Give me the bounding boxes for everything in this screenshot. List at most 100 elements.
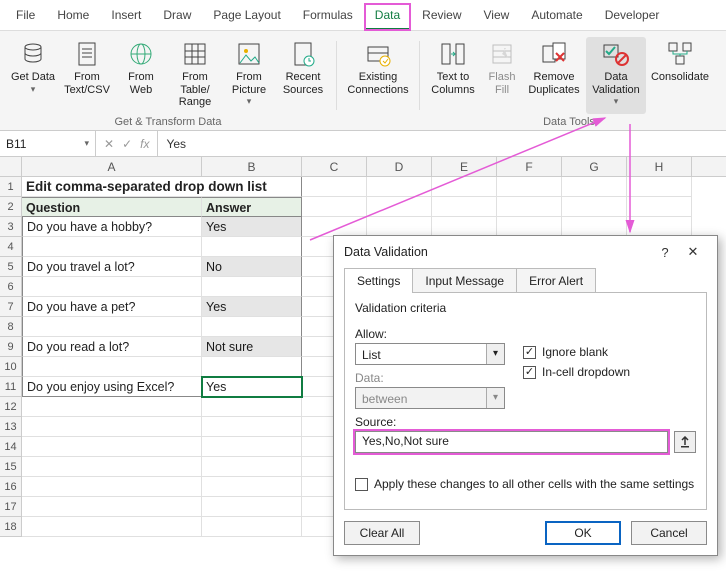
cell[interactable] bbox=[367, 197, 432, 217]
close-button[interactable]: ✕ bbox=[679, 244, 707, 260]
cell[interactable] bbox=[497, 217, 562, 237]
tab-home[interactable]: Home bbox=[47, 4, 99, 30]
cell[interactable] bbox=[202, 497, 302, 517]
cancel-icon[interactable]: ✕ bbox=[104, 137, 114, 151]
row-header[interactable]: 15 bbox=[0, 457, 22, 477]
cell[interactable] bbox=[202, 277, 302, 297]
column-header[interactable]: C bbox=[302, 157, 367, 176]
dialog-tab-input-message[interactable]: Input Message bbox=[412, 268, 517, 293]
allow-combo[interactable]: List ▾ bbox=[355, 343, 505, 365]
cell[interactable] bbox=[497, 177, 562, 197]
cell[interactable] bbox=[202, 417, 302, 437]
data-validation-button[interactable]: Data Validation ▾ bbox=[586, 37, 646, 114]
cell[interactable] bbox=[22, 317, 202, 337]
cancel-button[interactable]: Cancel bbox=[631, 521, 707, 545]
fx-icon[interactable]: fx bbox=[140, 137, 149, 151]
tab-file[interactable]: File bbox=[6, 4, 45, 30]
cell[interactable] bbox=[202, 517, 302, 537]
column-header[interactable]: A bbox=[22, 157, 202, 176]
collapse-dialog-button[interactable] bbox=[674, 431, 696, 453]
cell[interactable] bbox=[562, 197, 627, 217]
cell[interactable] bbox=[202, 437, 302, 457]
cell[interactable] bbox=[432, 177, 497, 197]
cell[interactable] bbox=[202, 237, 302, 257]
cell[interactable] bbox=[202, 457, 302, 477]
cell[interactable] bbox=[22, 277, 202, 297]
tab-insert[interactable]: Insert bbox=[101, 4, 151, 30]
cell[interactable]: Do you travel a lot? bbox=[22, 257, 202, 277]
from-web-button[interactable]: From Web bbox=[116, 37, 166, 114]
cell[interactable]: Do you read a lot? bbox=[22, 337, 202, 357]
cell[interactable]: Answer bbox=[202, 197, 302, 217]
cell[interactable] bbox=[22, 237, 202, 257]
column-header[interactable]: F bbox=[497, 157, 562, 176]
row-header[interactable]: 9 bbox=[0, 337, 22, 357]
cell[interactable] bbox=[367, 177, 432, 197]
tab-draw[interactable]: Draw bbox=[153, 4, 201, 30]
dialog-titlebar[interactable]: Data Validation ? ✕ bbox=[334, 236, 717, 268]
apply-all-checkbox[interactable]: Apply these changes to all other cells w… bbox=[355, 477, 696, 491]
cell[interactable] bbox=[202, 477, 302, 497]
row-header[interactable]: 8 bbox=[0, 317, 22, 337]
cell[interactable] bbox=[627, 197, 692, 217]
cell[interactable]: Not sure bbox=[202, 337, 302, 357]
cell[interactable]: Do you have a hobby? bbox=[22, 217, 202, 237]
recent-sources-button[interactable]: Recent Sources bbox=[278, 37, 328, 114]
cell[interactable] bbox=[22, 417, 202, 437]
source-input[interactable]: Yes,No,Not sure bbox=[355, 431, 668, 453]
row-header[interactable]: 11 bbox=[0, 377, 22, 397]
cell[interactable] bbox=[562, 217, 627, 237]
tab-developer[interactable]: Developer bbox=[595, 4, 670, 30]
formula-input[interactable]: Yes bbox=[158, 137, 726, 151]
help-button[interactable]: ? bbox=[651, 245, 679, 260]
cell[interactable] bbox=[22, 357, 202, 377]
cell[interactable] bbox=[302, 217, 367, 237]
cell[interactable] bbox=[22, 397, 202, 417]
row-header[interactable]: 7 bbox=[0, 297, 22, 317]
row-header[interactable]: 1 bbox=[0, 177, 22, 197]
cell[interactable]: Do you enjoy using Excel? bbox=[22, 377, 202, 397]
row-header[interactable]: 4 bbox=[0, 237, 22, 257]
cell[interactable] bbox=[22, 497, 202, 517]
cell[interactable]: Yes▼ bbox=[202, 377, 302, 397]
row-header[interactable]: 5 bbox=[0, 257, 22, 277]
cell[interactable] bbox=[302, 177, 367, 197]
cell[interactable]: Yes bbox=[202, 217, 302, 237]
existing-connections-button[interactable]: Existing Connections bbox=[345, 37, 411, 114]
cell[interactable] bbox=[497, 197, 562, 217]
cell[interactable] bbox=[22, 457, 202, 477]
cell[interactable] bbox=[22, 477, 202, 497]
in-cell-dropdown-checkbox[interactable]: ✓ In-cell dropdown bbox=[523, 365, 696, 379]
column-header[interactable]: D bbox=[367, 157, 432, 176]
column-header[interactable]: H bbox=[627, 157, 692, 176]
row-header[interactable]: 2 bbox=[0, 197, 22, 217]
tab-automate[interactable]: Automate bbox=[521, 4, 592, 30]
tab-data[interactable]: Data bbox=[365, 4, 410, 30]
cell[interactable] bbox=[367, 217, 432, 237]
remove-duplicates-button[interactable]: Remove Duplicates bbox=[526, 37, 582, 114]
dialog-tab-settings[interactable]: Settings bbox=[344, 268, 413, 293]
column-header[interactable]: G bbox=[562, 157, 627, 176]
row-header[interactable]: 17 bbox=[0, 497, 22, 517]
tab-view[interactable]: View bbox=[474, 4, 520, 30]
cell[interactable] bbox=[202, 397, 302, 417]
tab-formulas[interactable]: Formulas bbox=[293, 4, 363, 30]
cell[interactable] bbox=[302, 197, 367, 217]
dialog-tab-error-alert[interactable]: Error Alert bbox=[516, 268, 596, 293]
from-picture-button[interactable]: From Picture ▾ bbox=[224, 37, 274, 114]
text-to-columns-button[interactable]: Text to Columns bbox=[428, 37, 478, 114]
cell[interactable]: Edit comma-separated drop down list bbox=[22, 177, 302, 197]
cell[interactable] bbox=[22, 437, 202, 457]
cell[interactable]: Do you have a pet? bbox=[22, 297, 202, 317]
row-header[interactable]: 6 bbox=[0, 277, 22, 297]
cell[interactable] bbox=[627, 217, 692, 237]
row-header[interactable]: 14 bbox=[0, 437, 22, 457]
cell[interactable] bbox=[627, 177, 692, 197]
row-header[interactable]: 18 bbox=[0, 517, 22, 537]
row-header[interactable]: 10 bbox=[0, 357, 22, 377]
tab-review[interactable]: Review bbox=[412, 4, 471, 30]
row-header[interactable]: 13 bbox=[0, 417, 22, 437]
get-data-button[interactable]: Get Data ▾ bbox=[8, 37, 58, 114]
enter-icon[interactable]: ✓ bbox=[122, 137, 132, 151]
cell[interactable] bbox=[202, 357, 302, 377]
